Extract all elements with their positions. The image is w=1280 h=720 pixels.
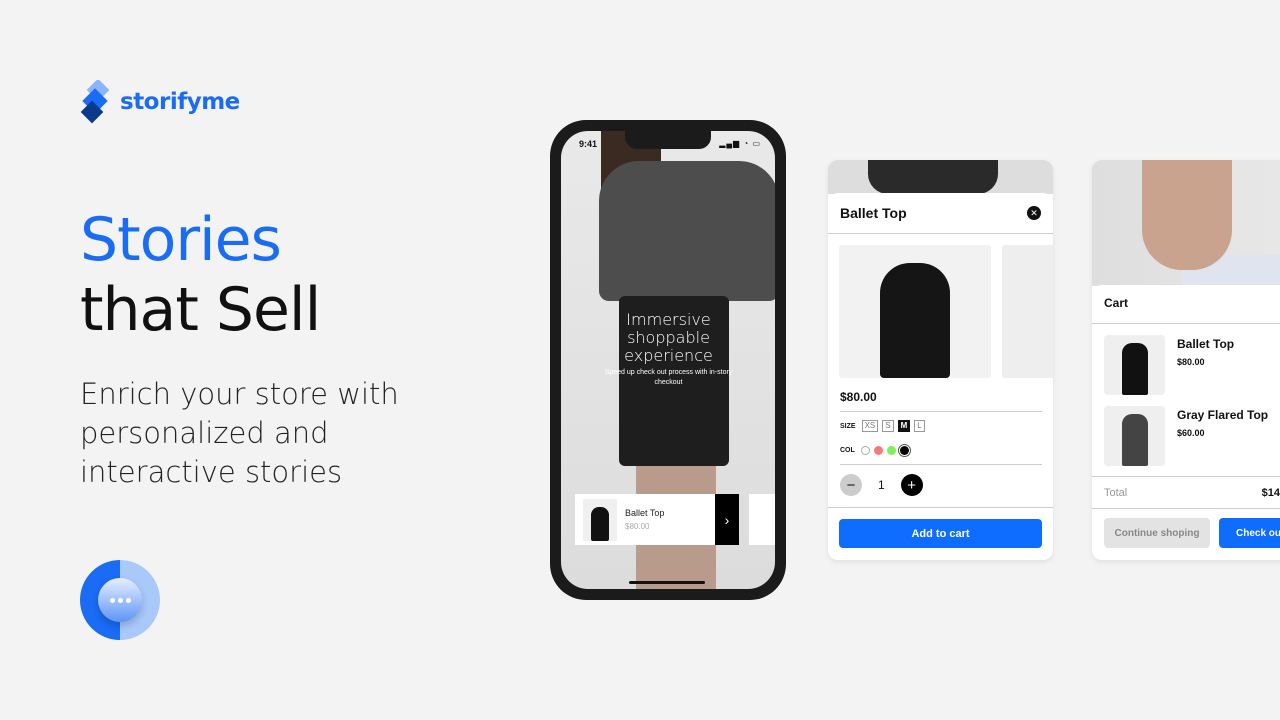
product-image-next[interactable] bbox=[1002, 245, 1053, 378]
product-card[interactable]: Ballet Top $80.00 › bbox=[575, 494, 739, 545]
story-photo bbox=[828, 160, 1053, 194]
product-name: Ballet Top bbox=[625, 508, 665, 518]
size-selector: SIZE XS S M L bbox=[840, 420, 925, 432]
hero-subtitle: Enrich your store with personalized and … bbox=[80, 377, 399, 489]
minus-icon[interactable]: − bbox=[840, 474, 862, 496]
plus-icon[interactable]: + bbox=[900, 474, 923, 496]
cart-item-name: Gray Flared Top bbox=[1177, 408, 1269, 422]
cart-item-name: Ballet Top bbox=[1177, 337, 1235, 351]
close-icon[interactable]: ✕ bbox=[1027, 206, 1041, 220]
chat-button[interactable] bbox=[80, 560, 160, 640]
story-photo bbox=[1092, 160, 1280, 290]
size-option[interactable]: S bbox=[882, 420, 894, 432]
cart-total: Total $14 bbox=[1092, 476, 1280, 509]
model-blouse bbox=[599, 161, 775, 301]
hero-heading: Stories that Sell bbox=[80, 205, 321, 345]
home-indicator bbox=[629, 581, 705, 584]
cart-item-thumbnail bbox=[1104, 335, 1165, 395]
color-swatch-black-selected[interactable] bbox=[899, 446, 909, 455]
continue-shopping-button[interactable]: Continue shoping bbox=[1104, 518, 1210, 548]
brand-name: storifyme bbox=[120, 89, 240, 115]
color-swatch-white[interactable] bbox=[860, 446, 870, 455]
size-option[interactable]: XS bbox=[861, 420, 879, 432]
story-screen: 9:41 ▂▄▆ ◔ ▭ Immersive shoppable experie… bbox=[561, 131, 775, 589]
product-card-next[interactable] bbox=[749, 494, 775, 545]
overlay-title: Immersive shoppable experience bbox=[624, 310, 713, 365]
product-title: Ballet Top bbox=[840, 205, 907, 221]
chevron-right-icon[interactable]: › bbox=[715, 494, 739, 545]
color-swatch-green[interactable] bbox=[886, 446, 896, 455]
total-value: $14 bbox=[1261, 486, 1280, 499]
color-swatch-red[interactable] bbox=[873, 446, 883, 455]
color-selector: COL bbox=[840, 446, 909, 455]
storifyme-logo-icon bbox=[80, 80, 110, 124]
cart-item-thumbnail bbox=[1104, 406, 1165, 466]
status-time: 9:41 bbox=[579, 139, 598, 149]
product-sheet: Ballet Top ✕ $80.00 SIZE XS S M L COL − … bbox=[828, 160, 1053, 560]
cart-sheet: Cart Ballet Top $80.00 Gray Flared Top $60… bbox=[1092, 160, 1280, 560]
product-price: $80.00 bbox=[625, 522, 650, 531]
size-option[interactable]: L bbox=[914, 420, 925, 432]
cart-item[interactable]: Ballet Top $80.00 bbox=[1104, 335, 1234, 395]
product-image[interactable] bbox=[839, 245, 991, 378]
status-icons: ▂▄▆ ◔ ▭ bbox=[719, 139, 761, 148]
chat-bubble-icon bbox=[98, 578, 142, 622]
cart-item-price: $60.00 bbox=[1177, 428, 1205, 438]
phone-mockup: 9:41 ▂▄▆ ◔ ▭ Immersive shoppable experie… bbox=[550, 120, 786, 600]
overlay-subtitle: Speed up check out process with in-story… bbox=[604, 369, 733, 386]
total-label: Total bbox=[1104, 486, 1128, 499]
quantity-stepper: − 1 + bbox=[840, 474, 923, 496]
cart-title: Cart bbox=[1092, 285, 1280, 324]
color-label: COL bbox=[840, 447, 855, 454]
checkout-button[interactable]: Check ou bbox=[1219, 518, 1280, 548]
story-overlay: Immersive shoppable experience Speed up … bbox=[601, 311, 736, 388]
product-price: $80.00 bbox=[840, 390, 877, 404]
size-option-selected[interactable]: M bbox=[897, 420, 911, 432]
phone-notch bbox=[625, 131, 711, 149]
hero-line-2: that Sell bbox=[80, 275, 321, 345]
quantity-value: 1 bbox=[878, 478, 885, 492]
add-to-cart-button[interactable]: Add to cart bbox=[839, 519, 1042, 548]
size-label: SIZE bbox=[840, 422, 856, 430]
cart-item[interactable]: Gray Flared Top $60.00 bbox=[1104, 406, 1268, 466]
cart-item-price: $80.00 bbox=[1177, 357, 1205, 367]
hero-line-1: Stories bbox=[80, 205, 282, 275]
product-thumbnail bbox=[583, 498, 617, 541]
brand-logo: storifyme bbox=[80, 80, 240, 124]
